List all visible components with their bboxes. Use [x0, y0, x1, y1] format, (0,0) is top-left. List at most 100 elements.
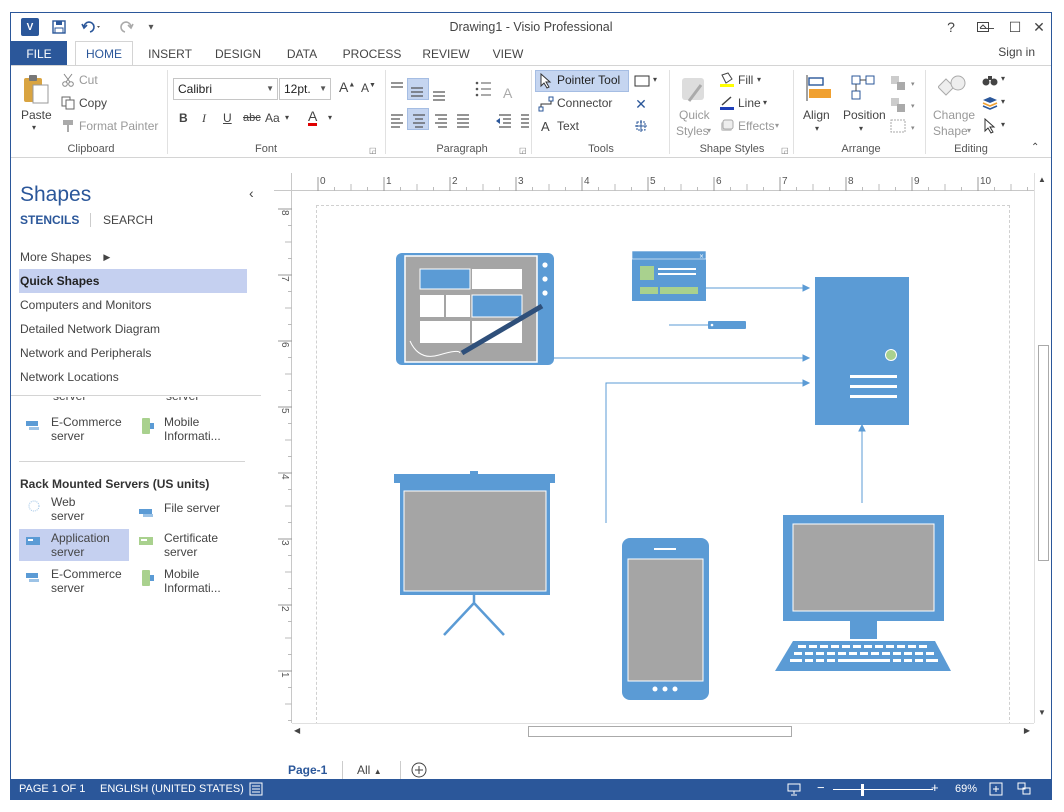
change-shape-label-1[interactable]: Change [933, 108, 975, 122]
text-tool-icon[interactable]: A [541, 119, 550, 134]
underline-button[interactable]: U [223, 111, 232, 125]
scroll-down-icon[interactable]: ▼ [1038, 708, 1046, 717]
close-tool-icon[interactable]: ✕ [633, 96, 649, 112]
collapse-ribbon-icon[interactable]: ⌃ [1031, 142, 1039, 153]
quick-styles-label-1[interactable]: Quick [679, 108, 710, 122]
shape-tile-partial[interactable]: server [166, 397, 199, 405]
horizontal-scroll-thumb[interactable] [528, 726, 792, 737]
paste-icon[interactable] [21, 72, 51, 106]
scroll-up-icon[interactable]: ▲ [1038, 175, 1046, 184]
shape-tile-mobile-information[interactable]: Mobile Informati... [138, 567, 221, 595]
projector-screen-shape[interactable] [394, 471, 555, 636]
shape-tile-mobile-information[interactable]: Mobile Informati... [138, 415, 221, 443]
shape-tile-ecommerce-server[interactable]: E-Commerce server [25, 415, 122, 443]
select-icon[interactable] [981, 118, 999, 134]
paste-dropdown-icon[interactable]: ▾ [32, 123, 36, 132]
change-case-dropdown-icon[interactable]: ▾ [285, 113, 289, 122]
close-button[interactable]: ✕ [1025, 16, 1051, 38]
all-pages-button[interactable]: All ▲ [357, 763, 382, 777]
stencil-item-detailed-network[interactable]: Detailed Network Diagram [19, 317, 247, 341]
align-icon[interactable] [803, 72, 835, 104]
font-dialog-launcher-icon[interactable]: ◲ [369, 146, 377, 155]
shrink-font-icon[interactable]: A▼ [361, 81, 376, 95]
line-icon[interactable] [719, 95, 735, 111]
format-painter-button[interactable]: Format Painter [79, 119, 158, 133]
rectangle-dropdown-icon[interactable]: ▾ [653, 75, 657, 84]
quick-styles-label-2[interactable]: Styles [676, 124, 709, 138]
fill-dropdown-icon[interactable]: ▾ [757, 75, 761, 84]
connector-button[interactable]: Connector [557, 96, 612, 110]
layers-dropdown-icon[interactable]: ▾ [1001, 97, 1005, 106]
macro-icon[interactable] [249, 782, 263, 799]
cut-icon[interactable] [61, 73, 75, 87]
zoom-out-button[interactable]: − [817, 780, 825, 795]
zoom-level[interactable]: 69% [955, 783, 977, 795]
page-tab-page-1[interactable]: Page-1 [288, 763, 327, 777]
effects-icon[interactable] [719, 118, 735, 134]
tab-review[interactable]: REVIEW [415, 41, 477, 66]
layers-icon[interactable] [981, 95, 999, 111]
stencil-item-computers-monitors[interactable]: Computers and Monitors [19, 293, 247, 317]
switch-windows-icon[interactable] [1017, 782, 1031, 799]
tab-stencils[interactable]: STENCILS [20, 213, 79, 227]
cut-button[interactable]: Cut [79, 73, 98, 87]
change-shape-icon[interactable] [937, 72, 969, 104]
change-shape-label-2[interactable]: Shape [933, 124, 968, 138]
tab-data[interactable]: DATA [277, 41, 327, 66]
tab-file[interactable]: FILE [11, 41, 67, 66]
tab-design[interactable]: DESIGN [209, 41, 267, 66]
format-painter-icon[interactable] [61, 119, 75, 133]
find-dropdown-icon[interactable]: ▾ [1001, 74, 1005, 83]
rectangle-tool-icon[interactable] [633, 74, 651, 88]
bold-button[interactable]: B [179, 111, 188, 125]
shape-tile-application-server[interactable]: Application server [25, 531, 110, 559]
connection-point-icon[interactable] [633, 118, 649, 134]
smartphone-shape[interactable] [622, 538, 709, 700]
more-shapes-item[interactable]: More Shapes ▶ [19, 245, 247, 269]
zoom-in-button[interactable]: + [931, 780, 939, 795]
font-size-combo[interactable]: 12pt. ▼ [279, 78, 331, 100]
copy-button[interactable]: Copy [79, 96, 107, 110]
shape-tile-file-server[interactable]: File server [138, 501, 220, 521]
copy-icon[interactable] [61, 96, 75, 110]
pointer-tool-button[interactable]: Pointer Tool [557, 73, 620, 87]
vertical-scroll-thumb[interactable] [1038, 345, 1049, 561]
tab-search[interactable]: SEARCH [103, 213, 153, 227]
zoom-slider-track[interactable] [833, 789, 933, 790]
text-button[interactable]: Text [557, 119, 579, 133]
grow-font-icon[interactable]: A▲ [339, 79, 355, 95]
paste-button[interactable]: Paste [21, 108, 52, 122]
tab-home[interactable]: HOME [75, 41, 133, 66]
browser-window-shape[interactable]: × [631, 250, 707, 301]
presentation-mode-icon[interactable] [787, 782, 801, 799]
connector-line[interactable] [605, 382, 809, 523]
effects-dropdown-icon[interactable]: ▾ [775, 121, 779, 130]
tab-insert[interactable]: INSERT [141, 41, 199, 66]
server-tower-shape[interactable] [815, 277, 909, 425]
zoom-slider-thumb[interactable] [861, 784, 864, 796]
tab-view[interactable]: VIEW [485, 41, 531, 66]
stencil-item-network-locations[interactable]: Network Locations [19, 365, 247, 389]
position-dropdown-icon[interactable]: ▾ [859, 124, 863, 133]
sign-in-link[interactable]: Sign in [998, 45, 1035, 59]
italic-button[interactable]: I [202, 111, 206, 126]
paragraph-dialog-launcher-icon[interactable]: ◲ [519, 146, 527, 155]
scroll-left-icon[interactable]: ◀ [294, 726, 300, 735]
change-shape-dropdown-icon[interactable]: ▾ [967, 126, 971, 135]
tablet-shape[interactable] [396, 253, 554, 365]
help-button[interactable]: ? [937, 16, 965, 38]
pointer-icon[interactable] [539, 73, 553, 89]
fit-page-icon[interactable] [989, 782, 1003, 799]
horizontal-scrollbar[interactable]: ◀ ▶ [292, 723, 1034, 739]
font-color-dropdown-icon[interactable]: ▾ [328, 113, 332, 122]
change-case-button[interactable]: Aa [265, 111, 280, 125]
connector-icon[interactable] [538, 96, 554, 112]
network-device-shape[interactable] [669, 321, 746, 329]
scroll-right-icon[interactable]: ▶ [1024, 726, 1030, 735]
quick-styles-dropdown-icon[interactable]: ▾ [707, 126, 711, 135]
line-button[interactable]: Line [738, 96, 761, 110]
strikethrough-button[interactable]: abc [243, 112, 261, 124]
shape-tile-partial[interactable]: server [53, 397, 86, 405]
font-family-combo[interactable]: Calibri ▼ [173, 78, 278, 100]
page-count-status[interactable]: PAGE 1 OF 1 [19, 783, 85, 795]
